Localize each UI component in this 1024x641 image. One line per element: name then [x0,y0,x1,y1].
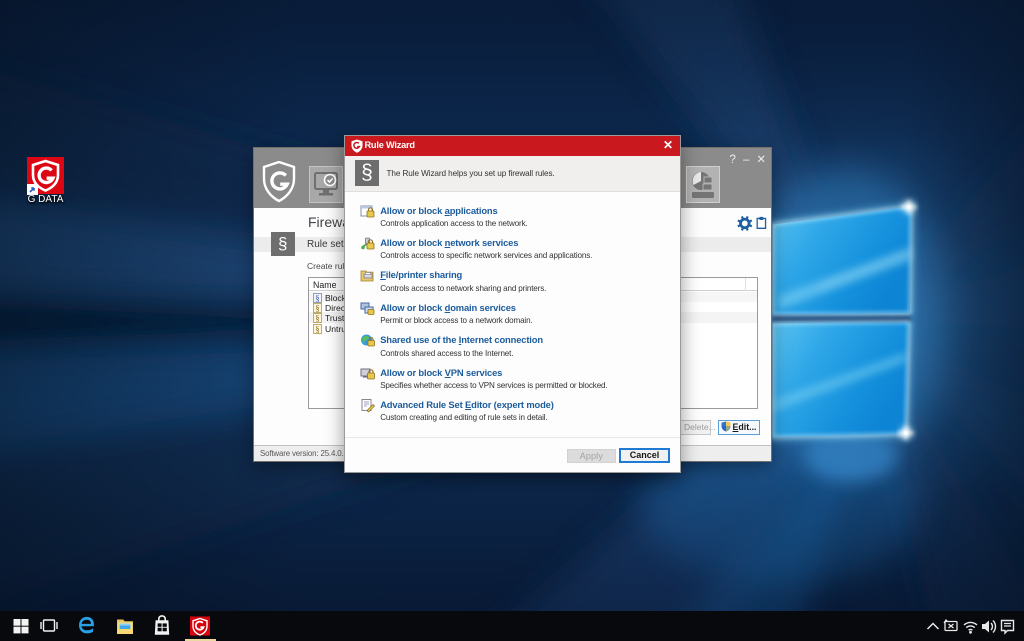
svg-text:§: § [315,324,319,334]
svg-text:§: § [315,293,319,303]
svg-text:§: § [315,303,319,313]
svg-text:§: § [315,313,319,323]
